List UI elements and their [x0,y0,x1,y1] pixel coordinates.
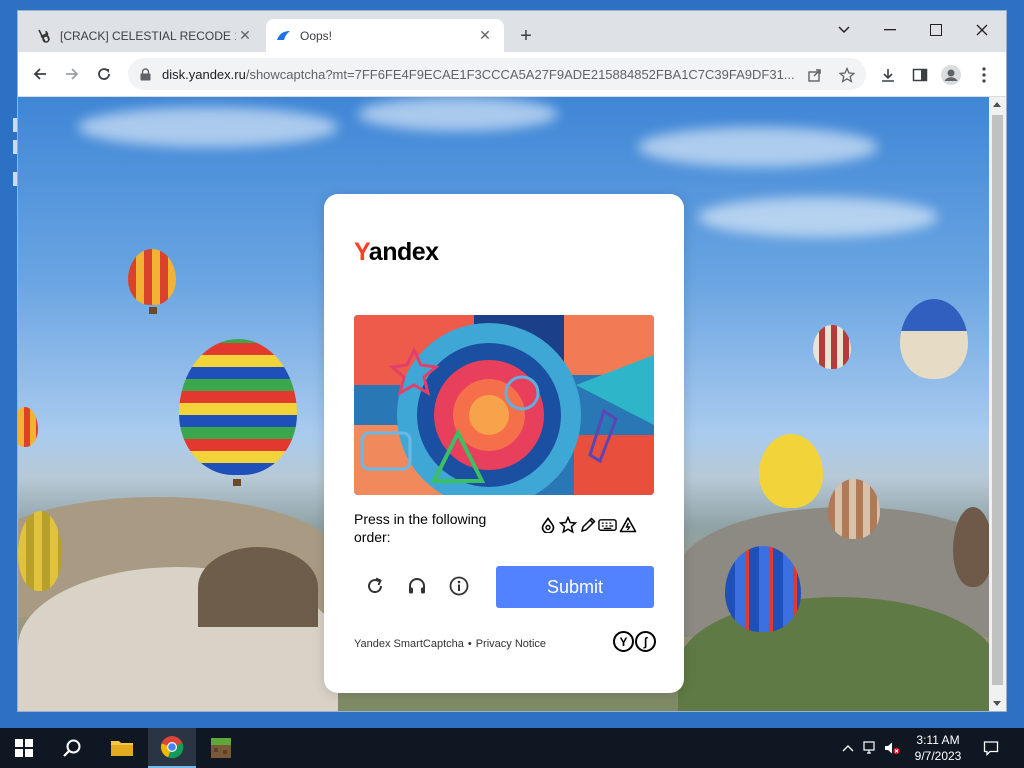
show-hidden-icons-chevron-icon[interactable] [840,740,856,756]
smartcaptcha-link[interactable]: Yandex SmartCaptcha [354,638,464,650]
background-cloud [358,97,558,131]
page-viewport: Yandex Press in the following order: Sub… [18,97,989,711]
download-icon[interactable] [878,65,898,85]
tab-search-chevron-icon[interactable] [824,17,864,43]
drop-icon [538,516,557,534]
back-button[interactable] [28,62,52,86]
vertical-scrollbar[interactable] [989,97,1006,711]
chrome-icon[interactable] [148,728,196,768]
taskbar: 3:11 AM 9/7/2023 [0,728,1024,768]
yandex-badges: Y ʃ [613,631,656,652]
background-cloud [698,197,938,237]
url-host: disk.yandex.ru [162,66,246,82]
hot-air-balloon [128,249,176,305]
captcha-footer: Yandex SmartCaptcha • Privacy Notice [354,638,546,650]
hot-air-balloon [813,325,851,369]
address-bar[interactable]: disk.yandex.ru/showcaptcha?mt=7FF6FE4F9E… [128,58,866,90]
minimize-button[interactable] [870,17,910,43]
scroll-up-arrow-icon[interactable] [993,102,1001,107]
hot-air-balloon [18,511,62,591]
background-cloud [638,127,878,167]
captcha-instruction: Press in the following order: [354,511,487,545]
tab-title: [CRACK] CELESTIAL RECODE 1.16 [60,28,236,43]
crack-favicon-icon [36,28,52,44]
start-button[interactable] [0,728,48,768]
maximize-button[interactable] [916,17,956,43]
desktop-icon-fragment [13,140,17,154]
minecraft-icon[interactable] [197,728,245,768]
share-icon[interactable] [806,66,824,84]
scroll-down-arrow-icon[interactable] [993,701,1001,706]
info-button[interactable] [447,574,471,598]
keyboard-icon [598,516,617,534]
desktop-icon-fragment [13,172,17,186]
background-cloud [78,107,338,147]
hot-air-balloon [759,434,823,508]
menu-kebab-icon[interactable] [974,65,994,85]
browser-toolbar: disk.yandex.ru/showcaptcha?mt=7FF6FE4F9E… [18,52,1006,97]
hot-air-balloon [18,407,38,447]
url-path: /showcaptcha?mt=7FF6FE4F9ECAE1F3CCCA5A27… [245,66,795,82]
url-text: disk.yandex.ru/showcaptcha?mt=7FF6FE4F9E… [162,67,802,82]
reload-button[interactable] [92,62,116,86]
volume-muted-icon[interactable] [884,740,900,756]
tab-crack[interactable]: [CRACK] CELESTIAL RECODE 1.16 ✕ [26,19,264,52]
system-clock[interactable]: 3:11 AM 9/7/2023 [906,732,970,764]
logo-first-letter: Y [354,238,369,266]
warning-icon [618,516,637,534]
tab-close-icon[interactable]: ✕ [236,27,254,45]
yandex-logo: Yandex [354,238,439,267]
yandex-disk-favicon-icon [276,28,292,44]
captcha-card: Yandex Press in the following order: Sub… [324,194,684,693]
hot-air-balloon [900,299,968,379]
footer-separator: • [467,638,472,650]
logo-rest: andex [368,238,439,266]
refresh-captcha-button[interactable] [363,574,387,598]
hot-air-balloon [828,479,880,539]
tab-close-icon[interactable]: ✕ [476,27,494,45]
clock-time: 3:11 AM [916,733,960,747]
bookmark-star-icon[interactable] [838,66,856,84]
hot-air-balloon [953,507,989,587]
hot-air-balloon [725,546,801,632]
submit-button[interactable]: Submit [496,566,654,608]
lock-icon [140,67,154,81]
captcha-icon-sequence [538,516,637,534]
pencil-icon [578,516,597,534]
balloon-basket [149,307,157,314]
clock-date: 9/7/2023 [914,749,962,763]
tab-title: Oops! [300,28,333,43]
tab-strip: [CRACK] CELESTIAL RECODE 1.16 ✕ Oops! ✕ … [18,11,1006,52]
desktop-icon-fragment [13,118,17,132]
close-window-button[interactable] [962,17,1002,43]
network-icon[interactable] [863,740,879,756]
background-rock [198,547,318,627]
search-icon[interactable] [48,728,96,768]
side-panel-icon[interactable] [910,65,930,85]
browser-window: [CRACK] CELESTIAL RECODE 1.16 ✕ Oops! ✕ … [18,11,1006,711]
scroll-thumb[interactable] [992,115,1003,685]
hot-air-balloon [179,339,297,475]
leaf-badge-icon: ʃ [635,631,656,652]
yandex-badge-icon: Y [613,631,634,652]
forward-button[interactable] [60,62,84,86]
star-icon [558,516,577,534]
notification-icon[interactable] [983,740,999,756]
balloon-basket [233,479,241,486]
profile-avatar-icon[interactable] [941,65,961,85]
audio-captcha-headphones-button[interactable] [405,574,429,598]
new-tab-button[interactable]: + [515,25,537,47]
captcha-image[interactable] [354,315,654,495]
file-explorer-icon[interactable] [98,728,146,768]
tab-oops[interactable]: Oops! ✕ [266,19,504,52]
privacy-notice-link[interactable]: Privacy Notice [476,638,546,650]
